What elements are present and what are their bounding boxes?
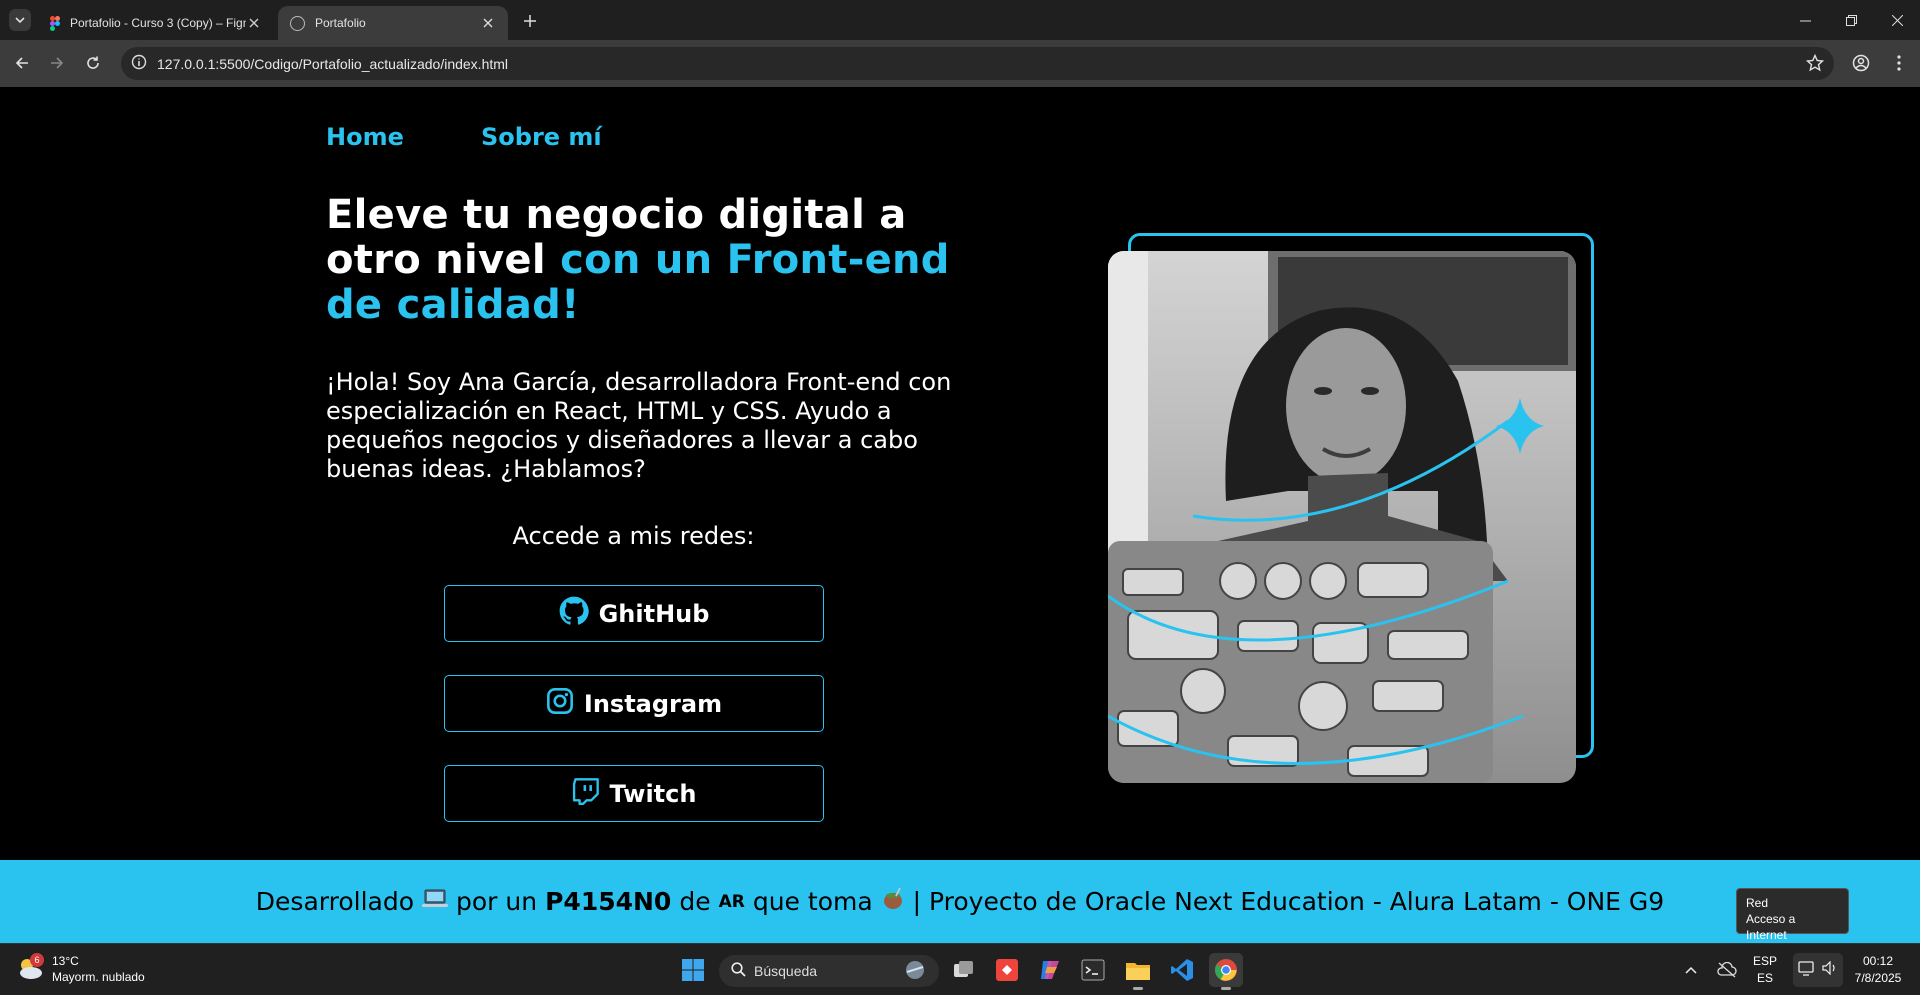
language-indicator[interactable]: ESP ES [1752,953,1778,987]
anydesk-icon[interactable] [990,953,1024,987]
tab-title: Portafolio [315,16,366,30]
github-icon [559,596,589,632]
file-explorer-icon[interactable] [1121,953,1155,990]
close-window-button[interactable] [1874,6,1920,34]
weather-desc: Mayorm. nublado [52,970,145,984]
url-text: 127.0.0.1:5500/Codigo/Portafolio_actuali… [157,55,509,72]
chrome-icon[interactable] [1209,953,1243,990]
vscode-icon[interactable] [1165,953,1199,987]
figma-icon [50,15,60,31]
tab-figma[interactable]: Portafolio - Curso 3 (Copy) – Figma [38,6,274,40]
search-highlight-icon [899,958,931,985]
github-label: GhitHub [598,599,710,628]
portrait-photo [1108,251,1576,783]
start-button[interactable] [676,953,710,987]
intro-paragraph: ¡Hola! Soy Ana García, desarrolladora Fr… [326,368,952,483]
minimize-button[interactable] [1782,6,1828,34]
site-info-icon[interactable] [131,54,147,74]
reload-button[interactable] [80,50,106,76]
active-indicator [1221,987,1231,990]
forward-button[interactable] [44,50,70,76]
instagram-icon [546,687,574,721]
clock[interactable]: 00:12 7/8/2025 [1849,953,1907,987]
browser-tab-bar: Portafolio - Curso 3 (Copy) – Figma Port… [0,0,1920,40]
portrait-area [1108,233,1596,783]
profile-icon[interactable] [1848,50,1874,76]
instagram-label: Instagram [583,689,723,718]
mate-icon [881,887,905,917]
footer-project: | Proyecto de Oracle Next Education - Al… [912,887,1665,916]
clock-time: 00:12 [1862,954,1894,968]
weather-badge: 6 [30,953,44,967]
portfolio-page: Home Sobre mí Eleve tu negocio digital a… [0,87,1920,860]
terminal-icon[interactable] [1076,953,1110,987]
footer-handle: P4154N0 [545,887,672,916]
globe-icon [290,15,305,31]
taskbar-search[interactable]: Búsqueda [719,955,939,987]
footer-by: por un [456,887,538,916]
address-bar[interactable]: 127.0.0.1:5500/Codigo/Portafolio_actuali… [121,47,1834,80]
network-volume-tray[interactable] [1793,953,1843,987]
cloud-offline-icon[interactable] [1714,953,1740,987]
tooltip-title: Red [1746,896,1769,910]
footer-prefix: Desarrollado [255,887,415,916]
footer-from: de [679,887,711,916]
language-bottom: ES [1756,971,1773,985]
nav-about-link[interactable]: Sobre mí [481,123,602,151]
twitch-label: Twitch [609,779,697,808]
temperature: 13°C [52,954,79,968]
back-button[interactable] [9,50,35,76]
github-button[interactable]: GhitHub [444,585,824,642]
chevron-up-icon[interactable] [1679,953,1703,987]
laptop-icon [422,887,449,916]
search-placeholder: Búsqueda [754,963,818,979]
close-icon[interactable] [246,15,262,31]
instagram-button[interactable]: Instagram [444,675,824,732]
footer-drink: que toma [752,887,873,916]
tab-search-button[interactable] [9,9,31,31]
weather-widget[interactable]: 6 13°C Mayorm. nublado [16,953,145,985]
clock-date: 7/8/2025 [1854,971,1902,985]
social-title: Accede a mis redes: [512,522,755,550]
cloud-sun-icon: 6 [16,953,44,982]
footer-country: AR [718,891,745,912]
network-tooltip: Red Acceso a Internet [1736,888,1849,942]
language-top: ESP [1752,954,1777,968]
active-indicator [1133,987,1143,990]
page-footer: Desarrollado por un P4154N0 de AR que to… [0,860,1920,943]
close-icon[interactable] [480,15,496,31]
volume-icon [1822,960,1838,980]
restore-button[interactable] [1828,6,1874,34]
copilot-icon[interactable] [1033,953,1067,987]
twitch-button[interactable]: Twitch [444,765,824,822]
twitch-icon [572,777,600,811]
windows-taskbar: 6 13°C Mayorm. nublado Búsqueda ESP ES 0… [0,943,1920,995]
nav-home-link[interactable]: Home [326,123,404,151]
network-icon [1798,960,1816,981]
tab-title: Portafolio - Curso 3 (Copy) – Figma [70,16,246,30]
browser-toolbar: 127.0.0.1:5500/Codigo/Portafolio_actuali… [0,40,1920,87]
bookmark-star-icon[interactable] [1805,53,1825,76]
task-view-icon[interactable] [947,953,981,987]
menu-kebab-icon[interactable] [1886,50,1912,76]
footer-text: Desarrollado por un P4154N0 de AR que to… [256,887,1664,917]
tab-portafolio[interactable]: Portafolio [278,6,508,40]
tooltip-detail: Acceso a Internet [1746,912,1796,942]
hero-headline: Eleve tu negocio digital a otro nivel co… [326,193,966,328]
new-tab-button[interactable] [519,10,541,32]
search-icon [731,962,746,980]
